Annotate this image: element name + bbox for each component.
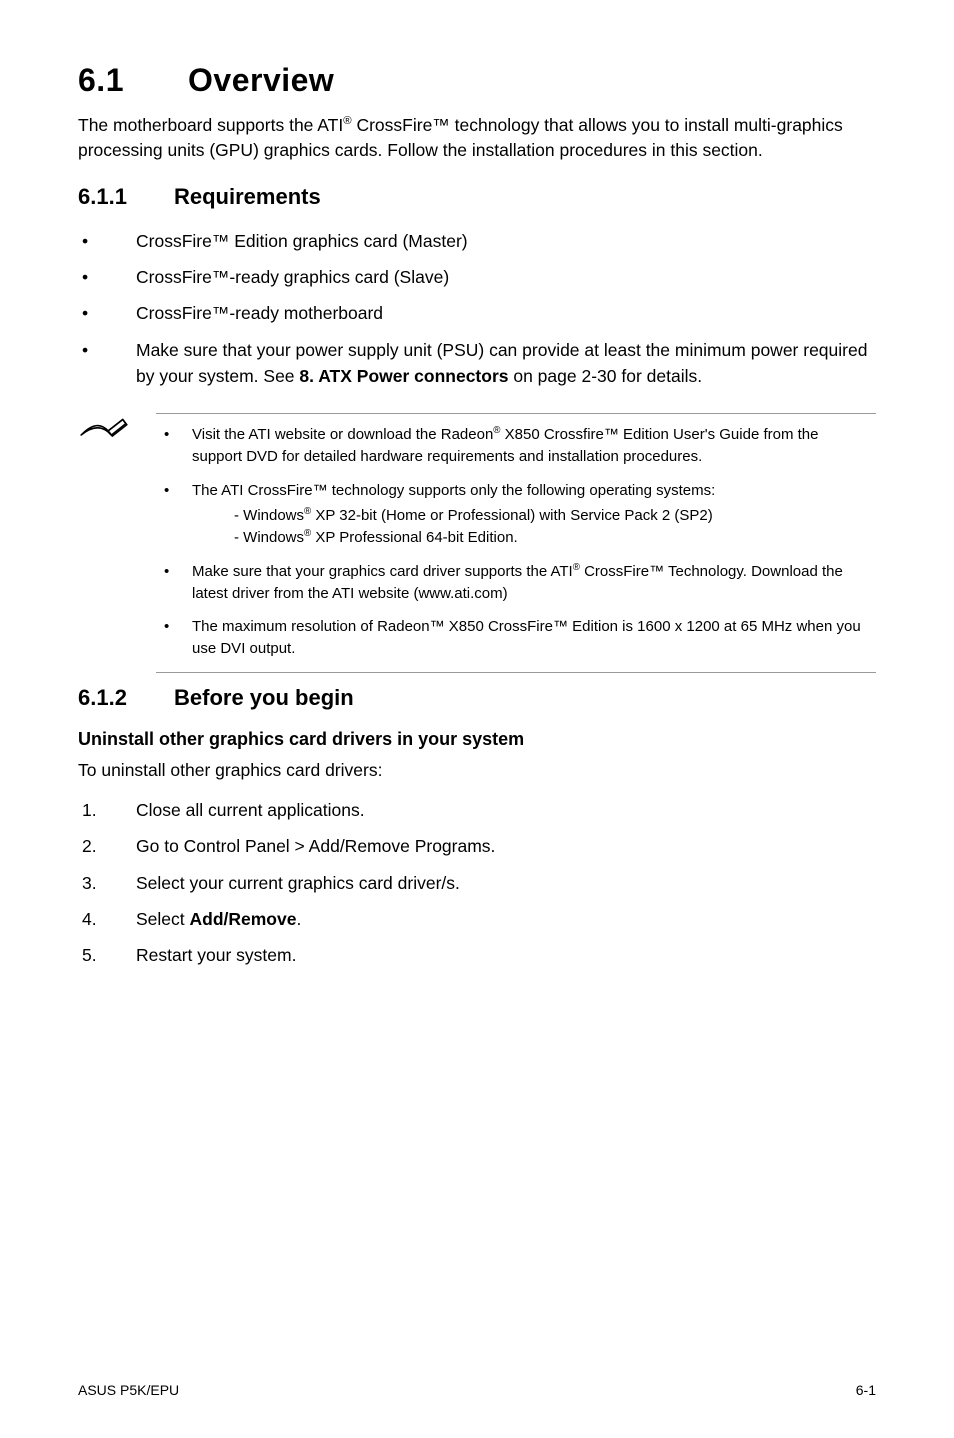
note-sub-item: - Windows® XP Professional 64-bit Editio… — [234, 527, 872, 549]
uninstall-heading: Uninstall other graphics card drivers in… — [78, 729, 876, 750]
note2-text: The ATI CrossFire™ technology supports o… — [192, 482, 715, 499]
list-item: CrossFire™-ready motherboard — [78, 300, 876, 326]
section-intro: The motherboard supports the ATI® CrossF… — [78, 113, 876, 164]
section-number: 6.1 — [78, 62, 188, 99]
intro-pre: The motherboard supports the ATI — [78, 115, 343, 135]
section-title-text: Overview — [188, 62, 334, 98]
registered-mark: ® — [573, 562, 580, 573]
bullet4-post: on page 2-30 for details. — [508, 366, 702, 386]
step4-pre: Select — [136, 909, 190, 929]
note-sub-item: - Windows® XP 32-bit (Home or Profession… — [234, 505, 872, 527]
step4-post: . — [296, 909, 301, 929]
step4-bold: Add/Remove — [190, 909, 297, 929]
uninstall-lead: To uninstall other graphics card drivers… — [78, 758, 876, 783]
step-item: Go to Control Panel > Add/Remove Program… — [78, 833, 876, 859]
subsection-611-number: 6.1.1 — [78, 184, 174, 210]
registered-mark: ® — [343, 115, 351, 127]
subsection-611-text: Requirements — [174, 184, 321, 209]
note-block: Visit the ATI website or download the Ra… — [78, 413, 876, 673]
page-footer: ASUS P5K/EPU 6-1 — [78, 1362, 876, 1398]
note-content: Visit the ATI website or download the Ra… — [156, 413, 876, 673]
subsection-611-title: 6.1.1Requirements — [78, 184, 876, 210]
step-item: Select Add/Remove. — [78, 906, 876, 932]
note-item: The ATI CrossFire™ technology supports o… — [156, 480, 872, 549]
step-item: Restart your system. — [78, 942, 876, 968]
note-item: Visit the ATI website or download the Ra… — [156, 424, 872, 468]
subsection-612-text: Before you begin — [174, 685, 354, 710]
list-item: Make sure that your power supply unit (P… — [78, 337, 876, 390]
requirements-list: CrossFire™ Edition graphics card (Master… — [78, 228, 876, 389]
step-item: Close all current applications. — [78, 797, 876, 823]
uninstall-steps: Close all current applications. Go to Co… — [78, 797, 876, 968]
footer-right: 6-1 — [856, 1382, 876, 1398]
note-item: Make sure that your graphics card driver… — [156, 561, 872, 605]
bullet4-bold: 8. ATX Power connectors — [299, 366, 508, 386]
section-title: 6.1Overview — [78, 62, 876, 99]
step-item: Select your current graphics card driver… — [78, 870, 876, 896]
note1-pre: Visit the ATI website or download the Ra… — [192, 426, 493, 443]
list-item: CrossFire™-ready graphics card (Slave) — [78, 264, 876, 290]
subsection-612-title: 6.1.2Before you begin — [78, 685, 876, 711]
note-item: The maximum resolution of Radeon™ X850 C… — [156, 616, 872, 660]
list-item: CrossFire™ Edition graphics card (Master… — [78, 228, 876, 254]
note-sublist: - Windows® XP 32-bit (Home or Profession… — [192, 505, 872, 549]
note3-pre: Make sure that your graphics card driver… — [192, 563, 573, 580]
pencil-note-icon — [78, 417, 130, 449]
note-icon — [78, 413, 130, 673]
footer-left: ASUS P5K/EPU — [78, 1382, 179, 1398]
subsection-612-number: 6.1.2 — [78, 685, 174, 711]
